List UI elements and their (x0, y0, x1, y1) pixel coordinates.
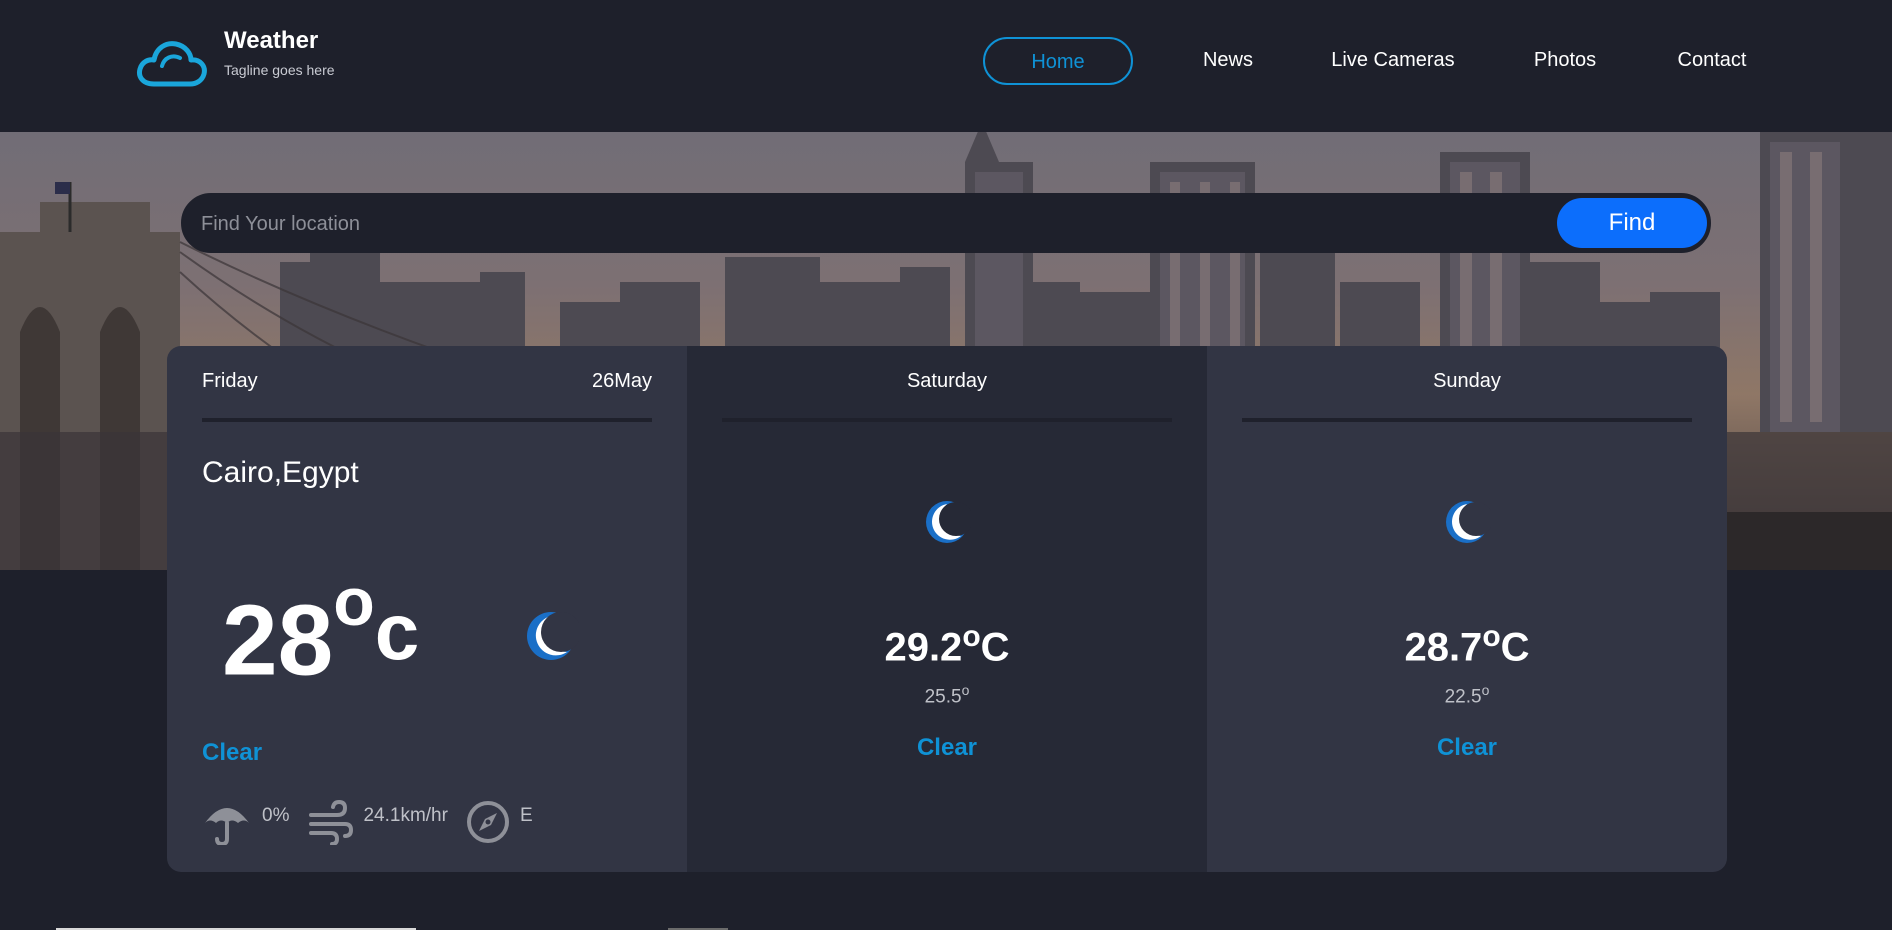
day-3-min-temp: 22.5o (1444, 682, 1490, 708)
wind-stat: 24.1km/hr (307, 799, 448, 845)
location-search: Find (181, 193, 1711, 253)
wind-icon (309, 799, 354, 845)
day-3-name: Sunday (1433, 370, 1501, 392)
nav-news[interactable]: News (1190, 37, 1266, 85)
umbrella-icon (205, 808, 249, 845)
day-3-header: Sunday (1242, 370, 1692, 422)
today-day-name: Friday (202, 370, 258, 392)
forecast-today: Friday 26May Cairo,Egypt 28oc Clear 0% 2… (167, 346, 687, 872)
rain-value: 0% (262, 805, 290, 826)
location-name: Cairo,Egypt (202, 456, 359, 489)
day-2-condition: Clear (916, 734, 978, 761)
day-3-condition: Clear (1436, 734, 1498, 761)
direction-value: E (519, 805, 533, 826)
find-button[interactable]: Find (1557, 198, 1707, 248)
current-temperature: 28oc (222, 564, 420, 697)
nav-photos[interactable]: Photos (1524, 37, 1606, 85)
nav-live-cameras[interactable]: Live Cameras (1326, 37, 1460, 85)
moon-icon (1446, 501, 1491, 543)
site-header: Weather Tagline goes here Home News Live… (0, 0, 1892, 132)
today-date: 26May (591, 370, 652, 392)
main-nav: Home News Live Cameras Photos Contact (0, 37, 1892, 85)
day-2-name: Saturday (906, 370, 988, 392)
nav-contact[interactable]: Contact (1670, 37, 1754, 85)
direction-stat: E (466, 800, 533, 844)
day-2-header: Saturday (722, 370, 1172, 422)
moon-icon (926, 501, 971, 543)
day-2-min-temp: 25.5o (924, 682, 970, 708)
today-stats: 0% 24.1km/hr E (202, 798, 551, 846)
nav-home[interactable]: Home (983, 37, 1133, 85)
forecast-panel: Friday 26May Cairo,Egypt 28oc Clear 0% 2… (167, 346, 1727, 872)
moon-icon (527, 612, 579, 660)
wind-value: 24.1km/hr (363, 805, 448, 826)
today-header: Friday 26May (202, 370, 652, 422)
search-input[interactable] (201, 207, 1501, 241)
compass-icon (466, 801, 509, 843)
today-condition: Clear (202, 739, 263, 766)
rain-stat: 0% (202, 799, 289, 845)
day-3-max-temp: 28.7oC (1404, 620, 1530, 670)
forecast-day-2: Saturday 29.2oC 25.5o Clear (687, 346, 1207, 872)
day-2-max-temp: 29.2oC (884, 620, 1010, 670)
forecast-day-3: Sunday 28.7oC 22.5o Clear (1207, 346, 1727, 872)
